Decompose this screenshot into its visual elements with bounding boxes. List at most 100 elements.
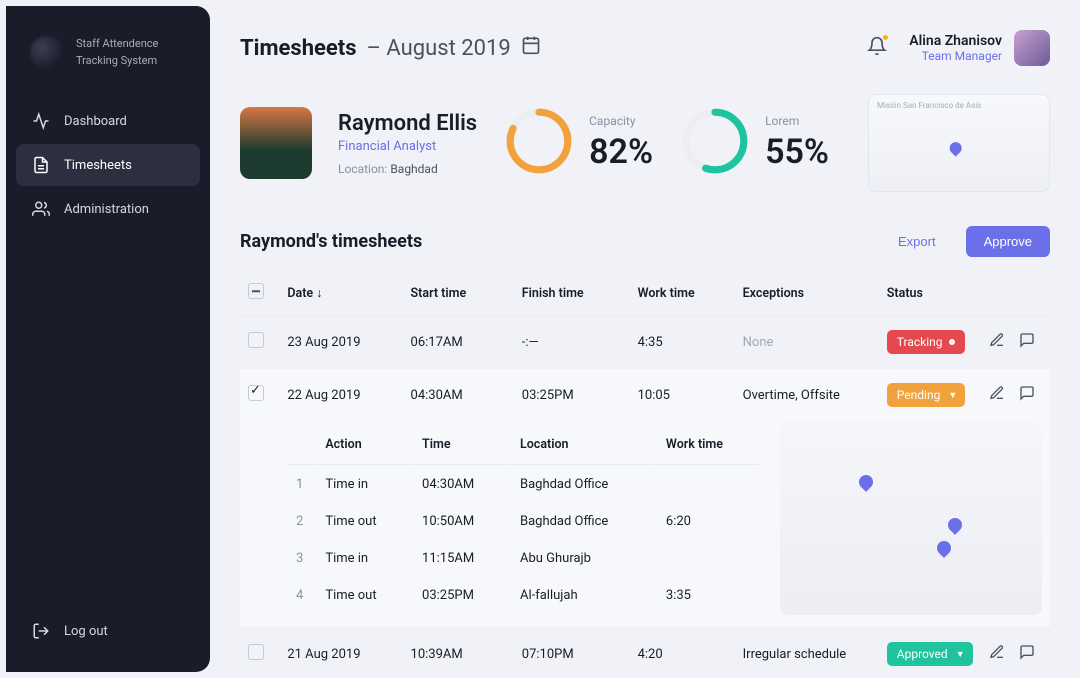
users-icon bbox=[32, 200, 50, 218]
gauge-lorem: Lorem 55% bbox=[679, 105, 829, 181]
detail-col-time: Time bbox=[412, 423, 508, 465]
employee-summary: Raymond Ellis Financial Analyst Location… bbox=[240, 94, 1050, 192]
cell-date: 22 Aug 2019 bbox=[279, 369, 402, 422]
status-badge[interactable]: Pending▼ bbox=[887, 383, 965, 407]
column-exceptions: Exceptions bbox=[735, 271, 879, 316]
detail-col-action: Action bbox=[315, 423, 410, 465]
map-pin-icon bbox=[934, 538, 954, 558]
brand-text: Staff Attendence Tracking System bbox=[76, 36, 158, 69]
notifications-button[interactable] bbox=[867, 36, 887, 60]
cell-work: 4:20 bbox=[630, 628, 735, 678]
table-row[interactable]: 21 Aug 2019 10:39AM 07:10PM 4:20 Irregul… bbox=[240, 628, 1050, 678]
section-head: Raymond's timesheets Export Approve bbox=[240, 226, 1050, 257]
cell-date: 21 Aug 2019 bbox=[279, 628, 402, 678]
status-badge[interactable]: Approved▼ bbox=[887, 642, 973, 666]
avatar bbox=[1014, 30, 1050, 66]
table-row[interactable]: 22 Aug 2019 04:30AM 03:25PM 10:05 Overti… bbox=[240, 369, 1050, 422]
detail-row: 3Time in11:15AMAbu Ghurajb bbox=[286, 541, 758, 576]
gauge-value: 82% bbox=[589, 132, 653, 172]
sidebar: Staff Attendence Tracking System Dashboa… bbox=[6, 6, 210, 672]
sidebar-item-label: Administration bbox=[64, 202, 149, 217]
cell-work: 4:35 bbox=[630, 316, 735, 369]
brand-line1: Staff Attendence bbox=[76, 36, 158, 53]
row-checkbox[interactable] bbox=[248, 332, 264, 348]
logout-label: Log out bbox=[64, 624, 108, 639]
cell-finish: 07:10PM bbox=[514, 628, 630, 678]
chevron-down-icon: ▼ bbox=[948, 390, 957, 401]
employee-name: Raymond Ellis bbox=[338, 111, 477, 136]
notification-dot-icon bbox=[882, 34, 889, 41]
brand: Staff Attendence Tracking System bbox=[16, 28, 200, 100]
edit-icon[interactable] bbox=[989, 385, 1005, 405]
gauge-capacity: Capacity 82% bbox=[503, 105, 653, 181]
topbar: Timesheets – August 2019 Alina Zhanisov … bbox=[240, 30, 1050, 66]
detail-table: Action Time Location Work time 1Time in0… bbox=[284, 421, 760, 615]
user-name: Alina Zhanisov bbox=[909, 33, 1002, 49]
main-content: Timesheets – August 2019 Alina Zhanisov … bbox=[210, 0, 1080, 678]
cell-work: 10:05 bbox=[630, 369, 735, 422]
comment-icon[interactable] bbox=[1019, 385, 1035, 405]
cell-finish: -:— bbox=[514, 316, 630, 369]
select-all-checkbox[interactable] bbox=[248, 283, 264, 299]
status-badge: Tracking bbox=[887, 330, 965, 354]
map-label: Misión San Francisco de Asís bbox=[877, 101, 981, 110]
cell-exceptions: Overtime, Offsite bbox=[735, 369, 879, 422]
cell-exceptions: None bbox=[735, 316, 879, 369]
detail-row: 1Time in04:30AMBaghdad Office bbox=[286, 467, 758, 502]
detail-col-location: Location bbox=[510, 423, 654, 465]
activity-icon bbox=[32, 112, 50, 130]
chevron-down-icon: ▼ bbox=[956, 649, 965, 660]
employee-location-label: Location: bbox=[338, 162, 390, 176]
brand-logo bbox=[30, 36, 64, 70]
sidebar-item-dashboard[interactable]: Dashboard bbox=[16, 100, 200, 142]
export-button[interactable]: Export bbox=[880, 226, 954, 257]
row-checkbox[interactable] bbox=[248, 644, 264, 660]
employee-photo bbox=[240, 107, 312, 179]
sidebar-item-timesheets[interactable]: Timesheets bbox=[16, 144, 200, 186]
cell-start: 06:17AM bbox=[403, 316, 514, 369]
comment-icon[interactable] bbox=[1019, 644, 1035, 664]
column-finish: Finish time bbox=[514, 271, 630, 316]
sidebar-item-label: Dashboard bbox=[64, 114, 127, 129]
column-work: Work time bbox=[630, 271, 735, 316]
table-row-detail: Action Time Location Work time 1Time in0… bbox=[240, 421, 1050, 628]
section-title: Raymond's timesheets bbox=[240, 231, 422, 252]
detail-map[interactable] bbox=[780, 421, 1042, 615]
nav: Dashboard Timesheets Administration bbox=[16, 100, 200, 232]
current-user[interactable]: Alina Zhanisov Team Manager bbox=[909, 30, 1050, 66]
column-status: Status bbox=[879, 271, 981, 316]
calendar-icon[interactable] bbox=[521, 35, 541, 61]
sidebar-item-administration[interactable]: Administration bbox=[16, 188, 200, 230]
logout-icon bbox=[32, 622, 50, 640]
logout-button[interactable]: Log out bbox=[16, 610, 200, 652]
map-pin-icon bbox=[856, 472, 876, 492]
approve-button[interactable]: Approve bbox=[966, 226, 1050, 257]
brand-line2: Tracking System bbox=[76, 53, 158, 70]
edit-icon[interactable] bbox=[989, 644, 1005, 664]
cell-start: 10:39AM bbox=[403, 628, 514, 678]
row-checkbox[interactable] bbox=[248, 385, 264, 401]
edit-icon[interactable] bbox=[989, 332, 1005, 352]
comment-icon[interactable] bbox=[1019, 332, 1035, 352]
user-role: Team Manager bbox=[909, 49, 1002, 63]
table-row[interactable]: 23 Aug 2019 06:17AM -:— 4:35 None Tracki… bbox=[240, 316, 1050, 369]
page-title-period: – August 2019 bbox=[367, 36, 511, 61]
sidebar-item-label: Timesheets bbox=[64, 158, 132, 173]
file-icon bbox=[32, 156, 50, 174]
gauge-label: Capacity bbox=[589, 114, 653, 128]
map-pin-icon bbox=[945, 515, 965, 535]
employee-role: Financial Analyst bbox=[338, 139, 477, 154]
detail-row: 2Time out10:50AMBaghdad Office6:20 bbox=[286, 504, 758, 539]
detail-row: 4Time out03:25PMAl-fallujah3:35 bbox=[286, 578, 758, 613]
cell-exceptions: Irregular schedule bbox=[735, 628, 879, 678]
column-date[interactable]: Date ↓ bbox=[279, 271, 402, 316]
timesheet-table: Date ↓ Start time Finish time Work time … bbox=[240, 271, 1050, 678]
map-thumbnail[interactable]: Misión San Francisco de Asís bbox=[868, 94, 1050, 192]
cell-start: 04:30AM bbox=[403, 369, 514, 422]
employee-location: Baghdad bbox=[390, 162, 437, 176]
gauge-value: 55% bbox=[765, 132, 829, 172]
page-title-text: Timesheets bbox=[240, 36, 357, 61]
page-title: Timesheets – August 2019 bbox=[240, 35, 541, 61]
column-start: Start time bbox=[403, 271, 514, 316]
detail-col-work: Work time bbox=[656, 423, 758, 465]
